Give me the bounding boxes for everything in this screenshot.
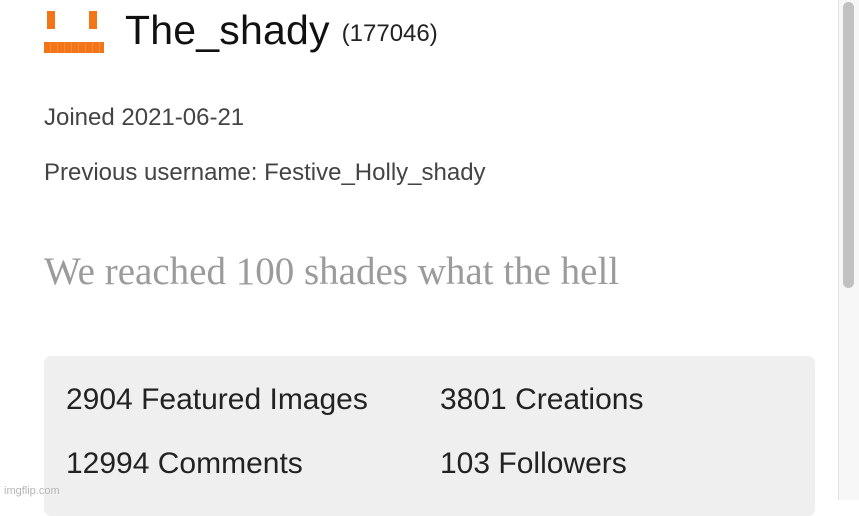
stat-creations[interactable]: 3801 Creations [440,382,643,418]
joined-date: Joined 2021-06-21 [44,104,245,131]
stat-followers[interactable]: 103 Followers [440,446,627,482]
avatar-left-eye [47,11,55,29]
previous-username: Previous username: Festive_Holly_shady [44,159,486,186]
user-points: (177046) [341,20,438,47]
profile-bio: We reached 100 shades what the hell [44,250,620,293]
stat-comments[interactable]: 12994 Comments [66,446,303,482]
user-profile-page: The_shady (177046) Joined 2021-06-21 Pre… [0,0,859,516]
scrollbar-thumb[interactable] [843,2,854,288]
stats-panel: 2904 Featured Images 3801 Creations 1299… [44,356,815,516]
username: The_shady [125,7,330,53]
profile-header: The_shady (177046) [44,4,438,56]
scrollbar-divider [838,0,839,500]
imgflip-watermark: imgflip.com [4,485,60,497]
avatar[interactable] [44,6,104,54]
avatar-right-eye [89,11,97,29]
avatar-mouth [44,42,104,53]
stat-featured-images[interactable]: 2904 Featured Images [66,382,368,418]
